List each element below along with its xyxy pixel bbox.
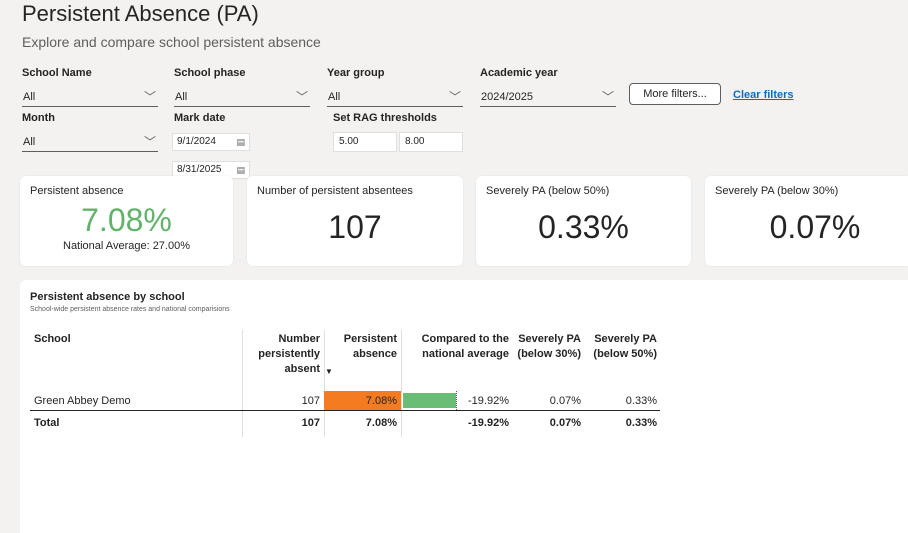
page-title: Persistent Absence (PA) <box>22 1 259 26</box>
kpi-severe50-title: Severely PA (below 50%) <box>486 185 610 197</box>
col-header-number-line1: Number <box>278 333 320 345</box>
col-header-sev50-line1: Severely PA <box>594 333 657 345</box>
sort-descending-icon: ▼ <box>325 367 333 376</box>
school-phase-label: School phase <box>174 67 246 79</box>
row-pa: 7.08% <box>365 395 397 407</box>
month-value: All <box>23 136 36 148</box>
mark-date-start-value: 9/1/2024 <box>177 136 216 147</box>
col-header-compared-line2: national average <box>422 348 509 360</box>
kpi-absentees-value: 107 <box>328 209 382 245</box>
table-row[interactable]: Green Abbey Demo 107 7.08% -19.92% 0.07%… <box>20 391 670 410</box>
kpi-severe30-value: 0.07% <box>769 209 861 245</box>
kpi-severe30-title: Severely PA (below 30%) <box>715 185 839 197</box>
col-header-compared[interactable]: Compared to the national average <box>401 332 509 362</box>
chevron-down-icon: ﹀ <box>143 135 156 149</box>
kpi-severe50-card: Severely PA (below 50%) 0.33% <box>476 176 691 266</box>
school-phase-dropdown[interactable]: All ﹀ <box>174 87 310 107</box>
academic-year-label: Academic year <box>480 67 558 79</box>
kpi-severe30-card: Severely PA (below 30%) 0.07% <box>705 176 908 266</box>
chevron-down-icon: ﹀ <box>448 90 461 104</box>
clear-filters-link[interactable]: Clear filters <box>733 89 794 101</box>
total-sev50: 0.33% <box>625 417 657 429</box>
col-header-persistent-absence[interactable]: Persistent absence <box>324 332 397 362</box>
row-number: 107 <box>301 395 320 407</box>
col-header-severe50[interactable]: Severely PA (below 50%) <box>581 332 657 362</box>
year-group-label: Year group <box>327 67 385 79</box>
chevron-down-icon: ﹀ <box>143 90 156 104</box>
mark-date-start-input[interactable]: 9/1/2024 ▤ <box>172 133 250 151</box>
rag-high-input[interactable]: 8.00 <box>399 132 463 152</box>
total-number: 107 <box>301 417 320 429</box>
table-subtitle: School-wide persistent absence rates and… <box>30 306 230 313</box>
row-compared: -19.92% <box>468 395 509 407</box>
academic-year-dropdown[interactable]: 2024/2025 ﹀ <box>480 87 616 107</box>
total-divider <box>30 410 660 411</box>
school-phase-value: All <box>175 91 188 103</box>
chevron-down-icon: ﹀ <box>295 90 308 104</box>
total-row: Total 107 7.08% -19.92% 0.07% 0.33% <box>20 413 670 431</box>
col-header-number-line2: persistently <box>258 348 320 360</box>
total-sev30: 0.07% <box>549 417 581 429</box>
national-average-note: National Average: 27.00% <box>63 240 190 252</box>
table-title: Persistent absence by school <box>30 291 185 303</box>
col-header-number-line3: absent <box>284 363 320 375</box>
col-header-number[interactable]: Number persistently absent <box>242 332 320 377</box>
page-subtitle: Explore and compare school persistent ab… <box>22 34 321 50</box>
kpi-severe50-value: 0.33% <box>538 209 629 245</box>
col-header-sev50-line2: (below 50%) <box>593 348 657 360</box>
school-name-value: All <box>23 91 36 103</box>
academic-year-value: 2024/2025 <box>481 91 533 103</box>
month-dropdown[interactable]: All ﹀ <box>22 132 158 152</box>
col-header-sev30-line2: (below 30%) <box>517 348 581 360</box>
rag-thresholds-label: Set RAG thresholds <box>333 112 437 124</box>
col-header-severe30[interactable]: Severely PA (below 30%) <box>509 332 581 362</box>
row-sev50: 0.33% <box>625 395 657 407</box>
school-name-label: School Name <box>22 67 92 79</box>
col-header-pa-line1: Persistent <box>343 333 397 345</box>
mark-date-end-value: 8/31/2025 <box>177 164 222 175</box>
calendar-icon[interactable]: ▤ <box>236 162 245 178</box>
row-sev30: 0.07% <box>549 395 581 407</box>
kpi-persistent-absence-card: Persistent absence 7.08% National Averag… <box>20 176 233 266</box>
col-header-sev30-line1: Severely PA <box>518 333 581 345</box>
kpi-absentees-card: Number of persistent absentees 107 <box>247 176 463 266</box>
kpi-absentees-title: Number of persistent absentees <box>257 185 413 197</box>
col-header-school[interactable]: School <box>34 332 71 347</box>
month-label: Month <box>22 112 55 124</box>
rag-low-input[interactable]: 5.00 <box>333 132 397 152</box>
pa-by-school-card: Persistent absence by school School-wide… <box>20 280 908 533</box>
chevron-down-icon: ﹀ <box>601 90 614 104</box>
calendar-icon[interactable]: ▤ <box>236 134 245 150</box>
col-header-pa-line2: absence <box>352 348 397 360</box>
year-group-dropdown[interactable]: All ﹀ <box>327 87 463 107</box>
total-pa: 7.08% <box>365 417 397 429</box>
row-school: Green Abbey Demo <box>34 395 131 407</box>
kpi-persistent-absence-value: 7.08% <box>81 202 172 238</box>
mark-date-label: Mark date <box>174 112 226 124</box>
school-name-dropdown[interactable]: All ﹀ <box>22 87 158 107</box>
col-header-compared-line1: Compared to the <box>421 333 509 345</box>
more-filters-button[interactable]: More filters... <box>629 83 721 105</box>
kpi-persistent-absence-title: Persistent absence <box>30 185 124 197</box>
total-label: Total <box>34 417 60 429</box>
total-compared: -19.92% <box>468 417 509 429</box>
year-group-value: All <box>328 91 341 103</box>
